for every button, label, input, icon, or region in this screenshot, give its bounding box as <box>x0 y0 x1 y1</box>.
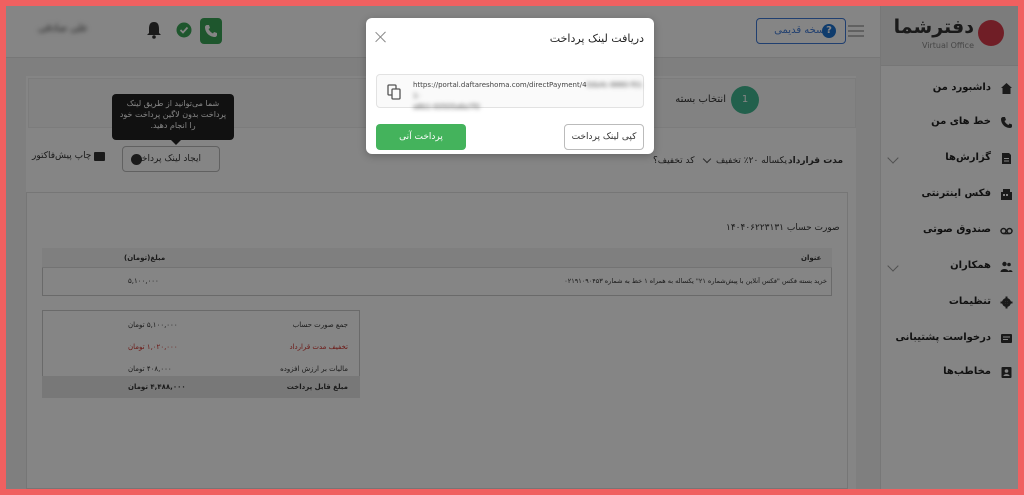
instant-pay-button[interactable]: پرداخت آنی <box>376 124 466 150</box>
payment-link-field[interactable]: https://portal.daftareshoma.com/directPa… <box>376 74 644 111</box>
payment-link-hidden: a8b1-00505a6a7f0 <box>413 103 480 111</box>
payment-link-text: https://portal.daftareshoma.com/directPa… <box>413 80 643 113</box>
payment-link-modal: دریافت لینک پرداخت https://portal.daftar… <box>366 18 654 154</box>
payment-link-visible: https://portal.daftareshoma.com/directPa… <box>413 81 587 89</box>
close-icon[interactable] <box>374 30 388 44</box>
copy-icon[interactable] <box>387 84 401 100</box>
modal-title: دریافت لینک پرداخت <box>549 32 644 45</box>
copy-payment-link-button[interactable]: کپی لینک پرداخت <box>564 124 644 150</box>
app-frame: علی صادقی نسخه قدیمی ? دفترشما Virtual O… <box>6 6 1018 489</box>
